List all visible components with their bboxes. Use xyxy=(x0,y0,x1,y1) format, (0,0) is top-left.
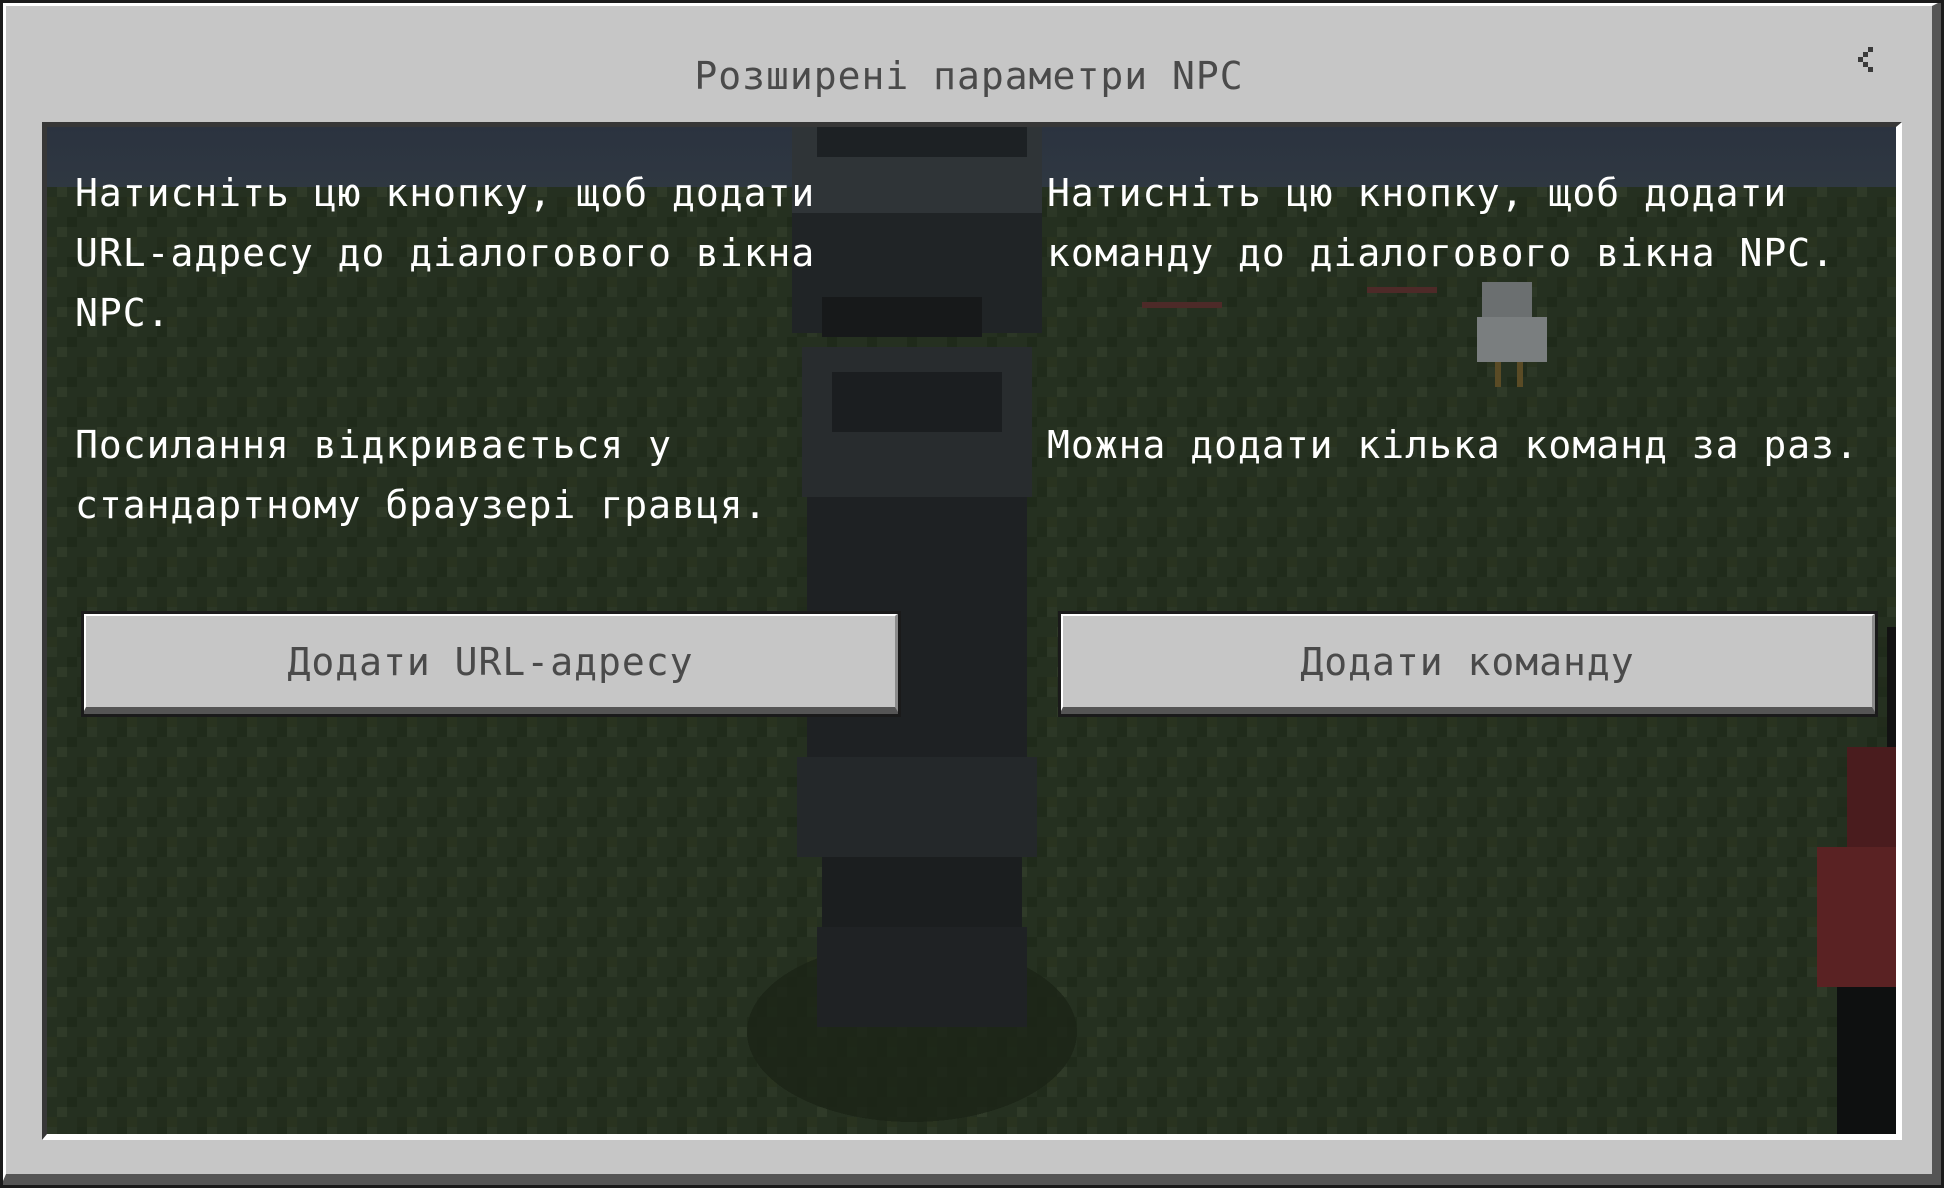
add-command-button[interactable]: Додати команду xyxy=(1058,611,1878,717)
back-button[interactable] xyxy=(1848,42,1888,82)
chevron-left-icon xyxy=(1858,47,1873,72)
url-section: Натисніть цю кнопку, щоб додати URL-адре… xyxy=(75,163,955,535)
url-note: Посилання відкривається у стандартному б… xyxy=(75,423,768,527)
command-description: Натисніть цю кнопку, щоб додати команду … xyxy=(1047,171,1835,275)
dialog-content: Натисніть цю кнопку, щоб додати URL-адре… xyxy=(42,122,1902,1140)
url-description: Натисніть цю кнопку, щоб додати URL-адре… xyxy=(75,171,816,335)
dialog-header: Розширені параметри NPC xyxy=(6,6,1932,122)
command-note: Можна додати кілька команд за раз. xyxy=(1047,423,1859,467)
advanced-npc-settings-dialog: Розширені параметри NPC Натисніть цю кно… xyxy=(0,0,1944,1188)
command-section: Натисніть цю кнопку, щоб додати команду … xyxy=(1047,163,1896,475)
add-url-button[interactable]: Додати URL-адресу xyxy=(81,611,901,717)
dialog-title: Розширені параметри NPC xyxy=(694,54,1244,98)
